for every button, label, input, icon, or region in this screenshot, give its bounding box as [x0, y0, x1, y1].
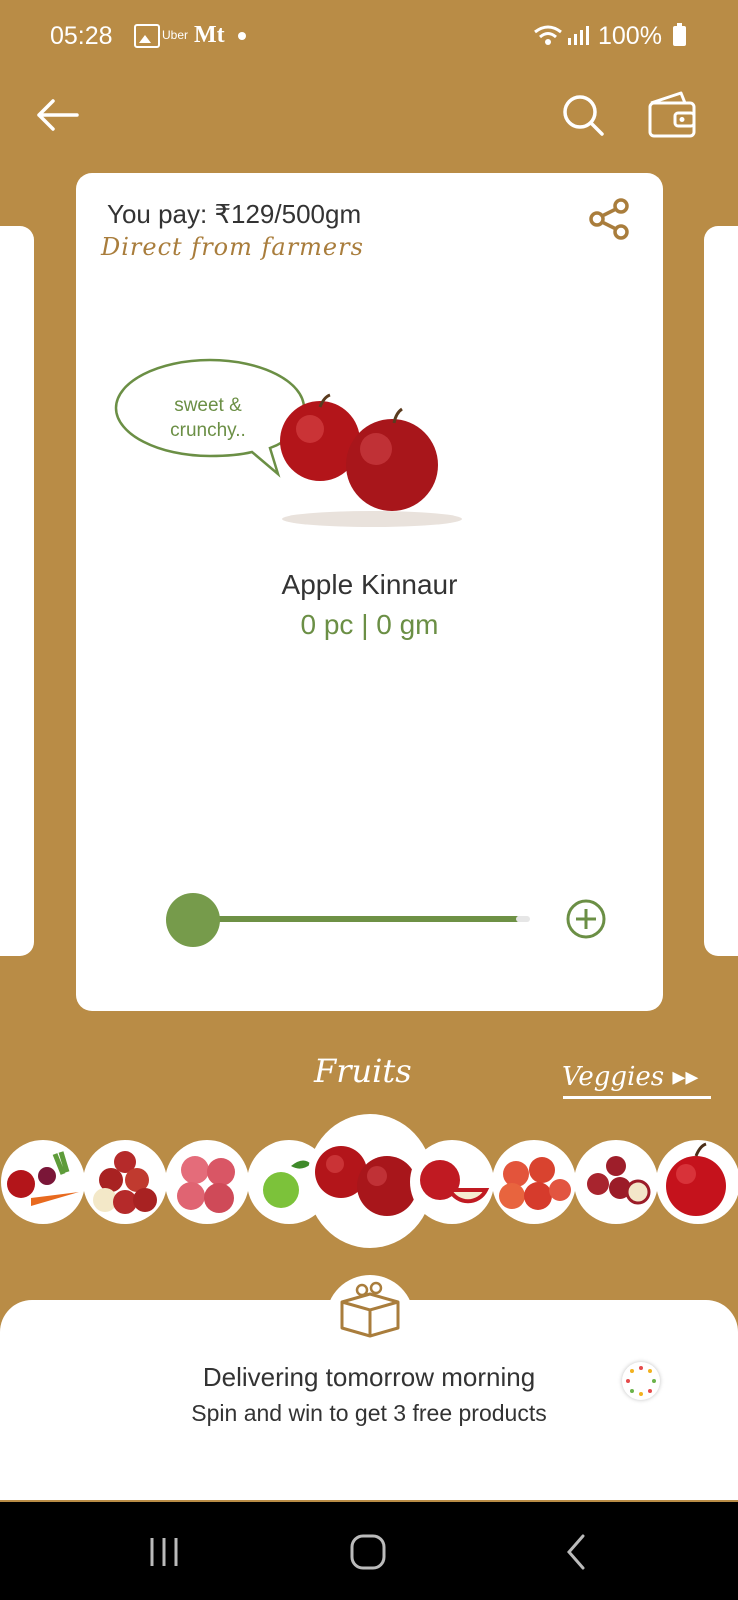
bubble-text: sweet & crunchy.. [128, 393, 288, 443]
back-button[interactable] [30, 92, 84, 138]
product-image [280, 393, 462, 527]
share-icon[interactable] [588, 197, 632, 241]
system-back-icon[interactable] [555, 1530, 599, 1574]
carousel-item-apples-pile[interactable] [83, 1140, 167, 1224]
carousel-item-pink-apples[interactable] [165, 1140, 249, 1224]
product-quantity: 0 pc | 0 gm [300, 609, 439, 640]
delivery-box-icon [340, 1281, 400, 1338]
carousel-item-small-apples[interactable] [574, 1140, 658, 1224]
me-notification: Mt [194, 22, 225, 48]
add-quantity-icon[interactable] [564, 897, 608, 941]
system-nav-bar [0, 1502, 738, 1600]
product-carousel [0, 1110, 738, 1260]
carousel-item-apple-cut[interactable] [410, 1140, 494, 1224]
wifi-icon [534, 25, 562, 45]
status-bar: 05:28 Uber Mt 100% [0, 0, 738, 72]
previous-product-card[interactable] [0, 226, 34, 956]
gallery-icon [134, 24, 160, 48]
product-name: Apple Kinnaur [281, 569, 458, 600]
bubble-line-1: sweet & [174, 395, 242, 416]
slider-track [212, 916, 520, 922]
search-button[interactable] [558, 90, 608, 140]
spin-wheel-icon[interactable] [622, 1362, 660, 1400]
top-bar [0, 80, 738, 150]
recent-apps-icon[interactable] [142, 1530, 186, 1574]
product-price: You pay: ₹129/500gm [107, 199, 362, 229]
tab-fruits[interactable]: Fruits [314, 1052, 412, 1090]
slider-knob[interactable] [166, 893, 220, 947]
spin-promo-text[interactable]: Spin and win to get 3 free products [0, 1400, 738, 1427]
status-time: 05:28 [50, 22, 113, 50]
product-tagline: Direct from farmers [101, 233, 364, 261]
signal-icon [568, 26, 589, 45]
home-icon[interactable] [346, 1530, 390, 1574]
veggies-underline [563, 1096, 711, 1099]
bubble-line-2: crunchy.. [170, 420, 246, 441]
wallet-button[interactable] [644, 88, 700, 142]
battery-percent: 100% [598, 22, 662, 50]
next-product-card[interactable] [704, 226, 738, 956]
notification-dot [238, 32, 246, 40]
slider-track-end [516, 916, 530, 922]
search-icon [563, 95, 604, 136]
wallet-icon [648, 91, 696, 138]
tab-veggies[interactable]: Veggies ▸▸ [562, 1062, 698, 1092]
battery-icon [673, 23, 686, 46]
product-card: You pay: ₹129/500gm Direct from farmers … [76, 173, 663, 1011]
carousel-item-big-red-apple[interactable] [656, 1140, 738, 1224]
uber-notification: Uber [162, 28, 189, 42]
quantity-slider[interactable] [166, 889, 614, 949]
carousel-item-mixed[interactable] [1, 1140, 85, 1224]
carousel-item-red-apples[interactable] [492, 1140, 576, 1224]
back-arrow-icon [37, 99, 79, 131]
